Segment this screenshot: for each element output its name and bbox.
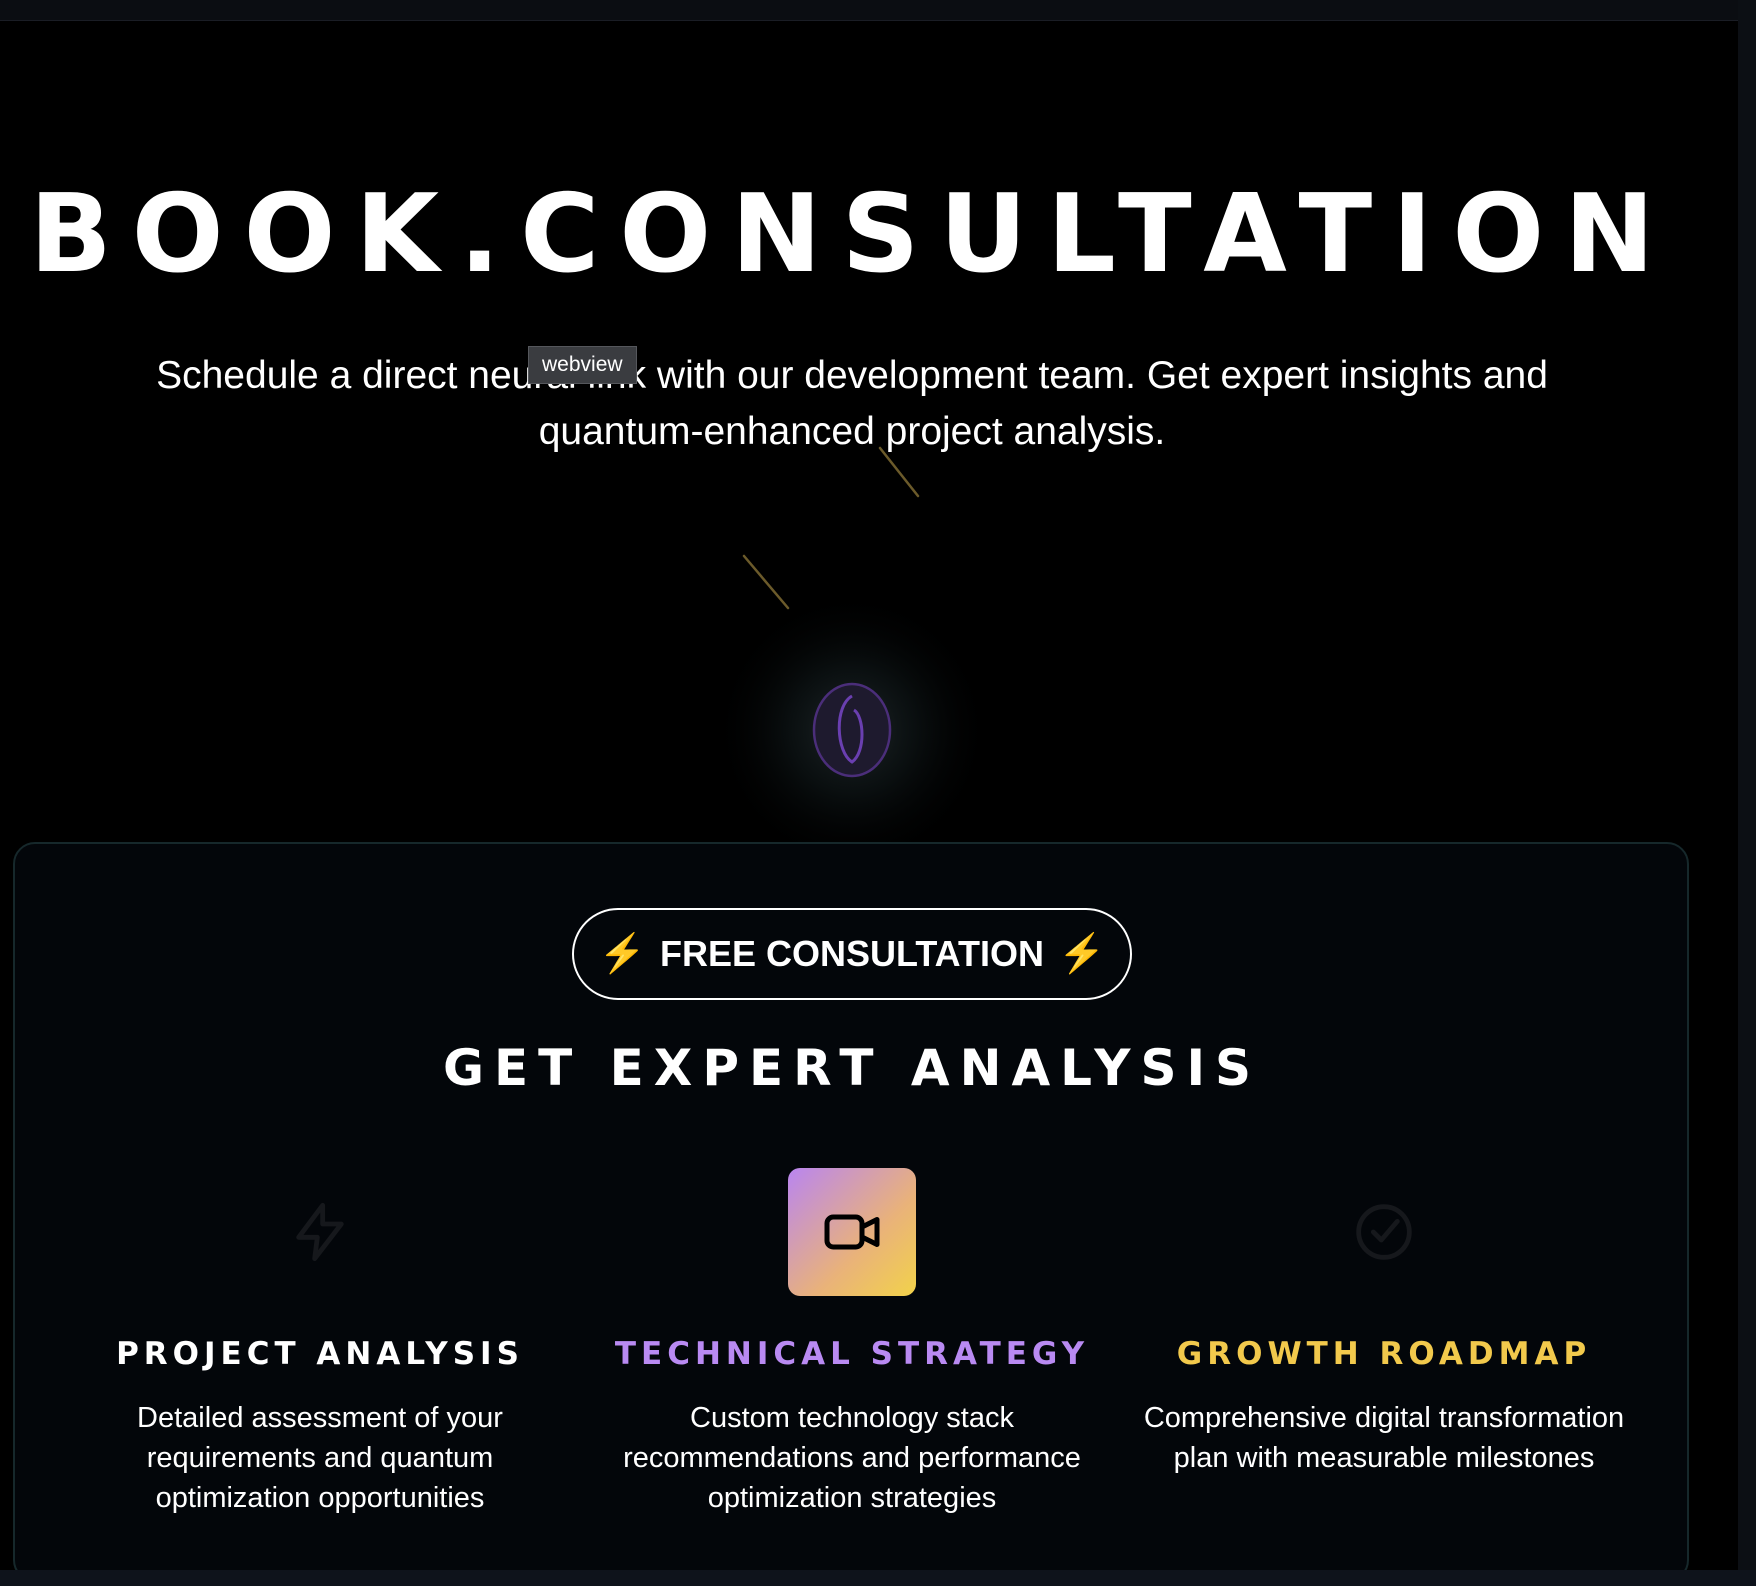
feature-description: Custom technology stack recommendations … xyxy=(623,1402,1081,1514)
feature-title: GROWTH ROADMAP xyxy=(1176,1336,1592,1372)
webview-tooltip: webview xyxy=(528,346,637,384)
orb-swirl xyxy=(837,694,864,764)
badge-label: FREE CONSULTATION xyxy=(660,933,1044,974)
feature-card-technical-strategy[interactable]: TECHNICAL STRATEGY Custom technology sta… xyxy=(602,1168,1102,1518)
feature-title: PROJECT ANALYSIS xyxy=(116,1336,524,1372)
lightning-icon xyxy=(256,1168,384,1296)
feature-description: Detailed assessment of your requirements… xyxy=(137,1402,503,1514)
free-consultation-badge[interactable]: ⚡ FREE CONSULTATION ⚡ xyxy=(572,908,1132,1000)
neural-orb-decoration xyxy=(712,446,992,860)
window-top-border xyxy=(0,0,1756,21)
hero-subtitle: Schedule a direct neural link with our d… xyxy=(156,354,1548,453)
feature-title: TECHNICAL STRATEGY xyxy=(614,1336,1090,1372)
orbit-line-lower xyxy=(742,554,790,610)
scrollbar-track[interactable] xyxy=(1738,0,1756,1586)
orb-core xyxy=(812,682,892,778)
feature-card-project-analysis[interactable]: PROJECT ANALYSIS Detailed assessment of … xyxy=(70,1168,570,1518)
feature-description: Comprehensive digital transformation pla… xyxy=(1143,1402,1625,1474)
consultation-page: BOOK.CONSULTATION Schedule a direct neur… xyxy=(0,0,1756,1586)
page-title: BOOK.CONSULTATION xyxy=(29,172,1675,297)
lightning-icon: ⚡ xyxy=(598,933,646,975)
section-title: GET EXPERT ANALYSIS xyxy=(442,1039,1262,1097)
lightning-icon: ⚡ xyxy=(1057,933,1106,975)
check-circle-icon xyxy=(1320,1168,1448,1296)
window-bottom-border xyxy=(0,1570,1756,1586)
orb-glow xyxy=(712,590,992,860)
feature-card-growth-roadmap[interactable]: GROWTH ROADMAP Comprehensive digital tra… xyxy=(1134,1168,1634,1478)
video-camera-icon xyxy=(788,1168,916,1296)
